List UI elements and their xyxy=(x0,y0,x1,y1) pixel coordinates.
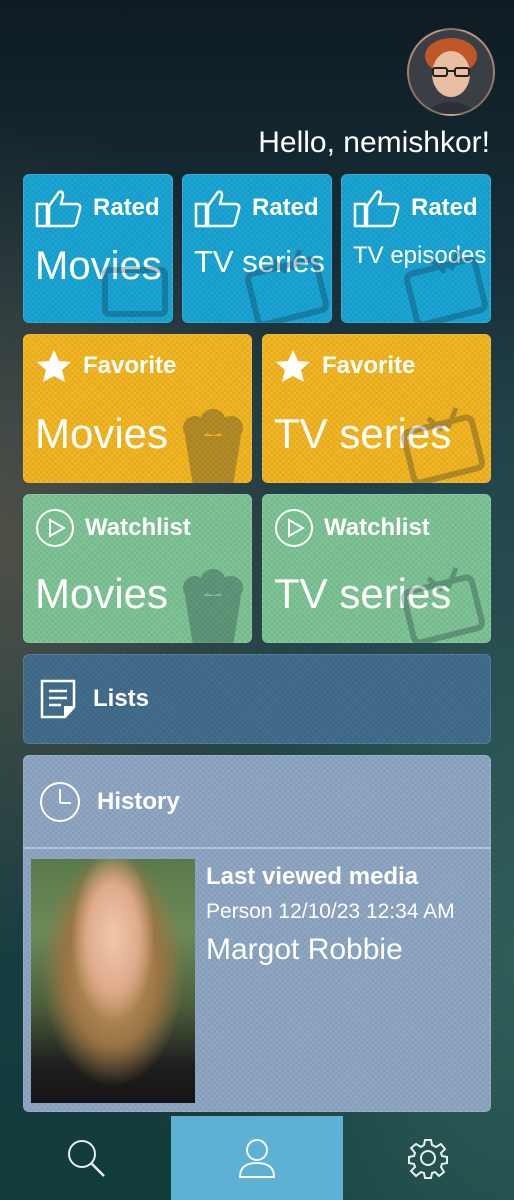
nav-search-button[interactable] xyxy=(0,1116,171,1200)
clock-icon xyxy=(40,782,80,822)
avatar-photo xyxy=(409,30,493,114)
thumbs-up-icon xyxy=(35,190,82,228)
tile-header: Watchlist xyxy=(35,508,191,548)
history-label: History xyxy=(97,788,180,815)
last-viewed-meta: Person 12/10/23 12:34 AM xyxy=(206,900,455,923)
star-icon xyxy=(276,350,310,382)
star-icon xyxy=(37,350,71,382)
favorite-tv-series-tile[interactable]: Favorite TV series xyxy=(262,334,491,483)
tile-header: Rated xyxy=(353,188,478,228)
tile-title: Movies xyxy=(35,410,169,457)
lists-header: Lists xyxy=(39,679,149,719)
tv-icon xyxy=(401,567,485,643)
rated-movies-tile[interactable]: Rated Movies xyxy=(23,174,173,323)
tile-label: Rated xyxy=(93,194,160,221)
tile-header: Watchlist xyxy=(274,508,430,548)
tv-icon xyxy=(245,249,329,323)
lists-tile[interactable]: Lists xyxy=(23,654,491,744)
tile-label: Rated xyxy=(411,194,478,221)
watchlist-tv-series-tile[interactable]: Watchlist TV series xyxy=(262,494,491,643)
tile-header: Rated xyxy=(194,188,319,228)
tile-title: Movies xyxy=(35,570,169,617)
play-circle-icon xyxy=(36,509,74,547)
popcorn-icon xyxy=(183,569,243,643)
tv-icon xyxy=(404,249,488,323)
watchlist-movies-tile[interactable]: Watchlist Movies xyxy=(23,494,252,643)
movie-camera-icon xyxy=(102,267,168,317)
last-viewed-title: Last viewed media xyxy=(206,863,419,890)
history-tile[interactable]: History Last viewed media Person 12/10/2… xyxy=(23,755,491,1112)
avatar[interactable] xyxy=(407,28,495,116)
tile-header: Favorite xyxy=(274,348,415,384)
thumbs-up-icon xyxy=(353,190,400,228)
nav-profile-button[interactable] xyxy=(171,1116,343,1200)
bottom-navigation xyxy=(0,1116,514,1200)
user-icon xyxy=(238,1139,275,1178)
tile-label: Watchlist xyxy=(324,514,430,541)
tile-label: Rated xyxy=(252,194,319,221)
popcorn-icon xyxy=(183,409,243,483)
gear-icon xyxy=(408,1139,449,1179)
nav-settings-button[interactable] xyxy=(343,1116,514,1200)
tile-label: Favorite xyxy=(83,352,177,379)
document-icon xyxy=(40,679,76,719)
tv-icon xyxy=(401,407,485,483)
greeting: Hello, nemishkor! xyxy=(258,126,490,159)
tile-label: Favorite xyxy=(322,352,416,379)
tile-label: Watchlist xyxy=(85,514,191,541)
divider xyxy=(23,847,491,849)
tile-header: Favorite xyxy=(35,348,176,384)
history-header: History xyxy=(39,781,180,823)
rated-tv-episodes-tile[interactable]: Rated TV episodes xyxy=(341,174,491,323)
rated-tv-series-tile[interactable]: Rated TV series xyxy=(182,174,332,323)
tile-header: Rated xyxy=(35,188,160,228)
lists-label: Lists xyxy=(93,685,150,712)
play-circle-icon xyxy=(275,509,313,547)
favorite-movies-tile[interactable]: Favorite Movies xyxy=(23,334,252,483)
thumbs-up-icon xyxy=(194,190,241,228)
search-icon xyxy=(67,1140,105,1177)
media-photo[interactable] xyxy=(31,859,195,1103)
last-viewed-name[interactable]: Margot Robbie xyxy=(206,933,403,967)
